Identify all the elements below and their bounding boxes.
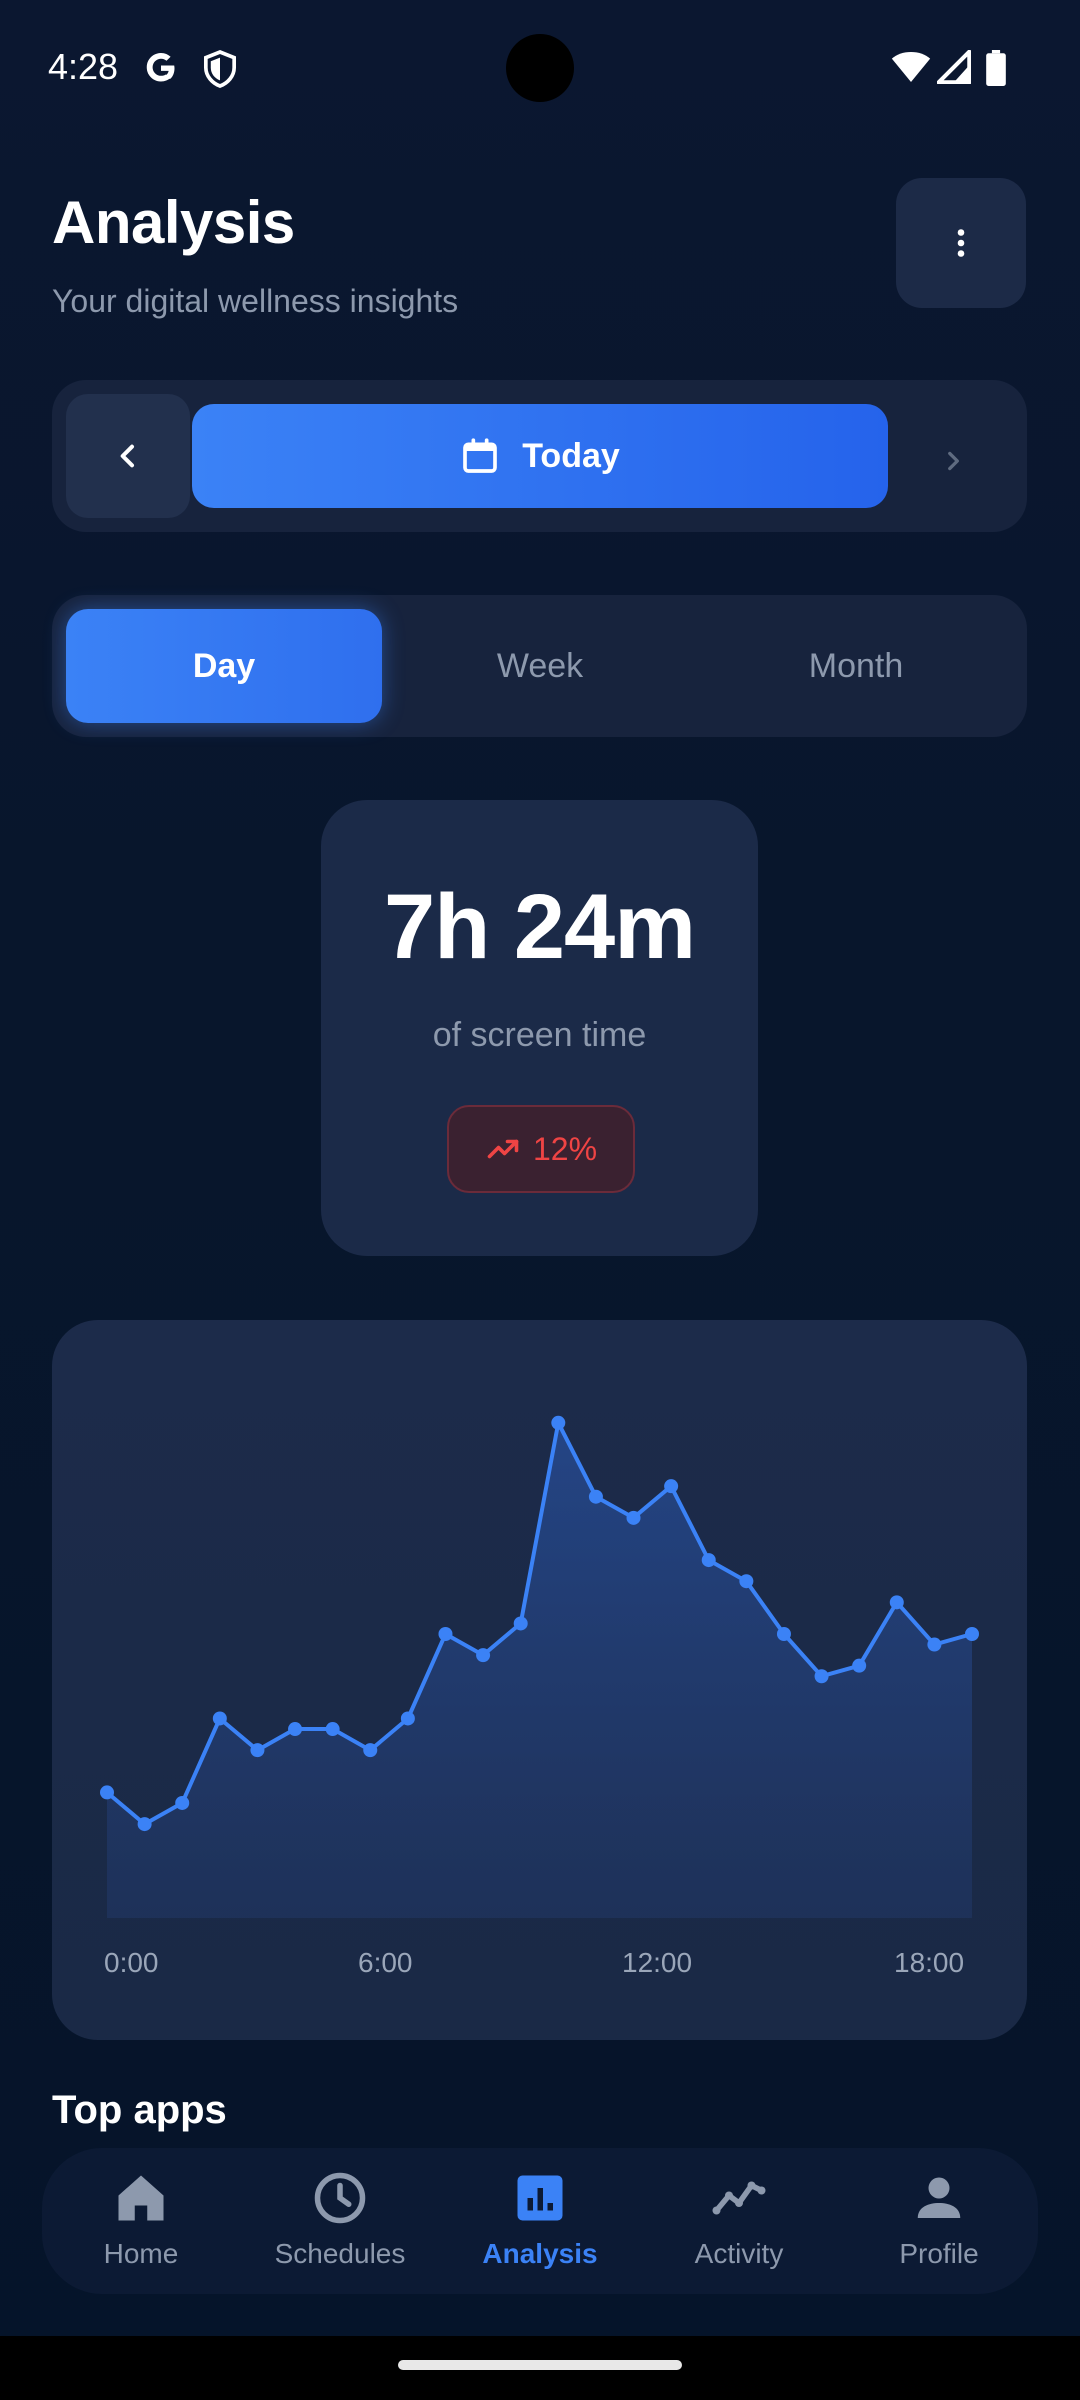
chart-point[interactable]: [100, 1785, 114, 1800]
chart-point[interactable]: [588, 1489, 603, 1504]
battery-icon: [986, 50, 1006, 86]
bar-chart-icon: [517, 2175, 563, 2221]
top-apps-heading: Top apps: [52, 2088, 227, 2132]
chart-point[interactable]: [664, 1479, 679, 1494]
chart-point[interactable]: [325, 1722, 340, 1737]
chart-x-tick-label: 0:00: [104, 1947, 159, 1978]
chart-point[interactable]: [776, 1627, 791, 1641]
chart-point[interactable]: [852, 1658, 867, 1673]
next-date-button[interactable]: [912, 420, 992, 500]
chart-point[interactable]: [739, 1574, 754, 1589]
tab-week-label: Week: [496, 646, 584, 685]
nav-profile-label: Profile: [899, 2238, 979, 2269]
chart-point[interactable]: [927, 1637, 942, 1652]
chart-point[interactable]: [889, 1595, 904, 1610]
nav-activity[interactable]: Activity: [644, 2148, 834, 2294]
wifi-icon: [891, 52, 931, 82]
nav-analysis[interactable]: Analysis: [445, 2148, 635, 2294]
tab-month-label: Month: [808, 646, 904, 685]
nav-profile[interactable]: Profile: [844, 2148, 1034, 2294]
trending-up-icon: [487, 1139, 519, 1159]
chart-point[interactable]: [363, 1743, 378, 1758]
tab-month[interactable]: Month: [698, 609, 1014, 723]
current-date-label: Today: [522, 436, 620, 475]
chart-x-tick-label: 18:00: [894, 1947, 964, 1978]
chart-point[interactable]: [250, 1743, 265, 1758]
chart-point[interactable]: [400, 1711, 415, 1726]
front-camera: [506, 34, 574, 102]
nav-activity-label: Activity: [694, 2238, 784, 2269]
change-badge: 12%: [447, 1105, 635, 1193]
activity-icon: [712, 2181, 766, 2215]
chart-point[interactable]: [551, 1415, 566, 1430]
nav-analysis-label: Analysis: [482, 2238, 598, 2269]
clock-icon: [314, 2172, 366, 2224]
nav-schedules[interactable]: Schedules: [245, 2148, 435, 2294]
home-indicator[interactable]: [398, 2360, 682, 2370]
chart-point[interactable]: [137, 1817, 152, 1832]
chart-x-tick-label: 6:00: [358, 1947, 413, 1978]
chart-point[interactable]: [626, 1510, 641, 1525]
chart-point[interactable]: [814, 1669, 829, 1684]
google-icon: [146, 53, 175, 82]
chart-point[interactable]: [212, 1711, 227, 1726]
screen-time-caption: of screen time: [432, 1016, 647, 1054]
change-percentage: 12%: [532, 1130, 598, 1167]
status-bar: 4:28: [0, 0, 1080, 136]
nav-schedules-label: Schedules: [274, 2238, 406, 2269]
more-vert-icon: [957, 229, 965, 257]
chart-point[interactable]: [965, 1627, 979, 1641]
chart-x-tick-label: 12:00: [622, 1947, 692, 1978]
tab-day-label: Day: [192, 646, 256, 685]
total-screen-time: 7h 24m: [383, 876, 696, 978]
tab-week[interactable]: Week: [382, 609, 698, 723]
chart-point[interactable]: [438, 1627, 453, 1641]
home-icon: [118, 2175, 164, 2221]
person-icon: [917, 2177, 961, 2218]
more-options-button[interactable]: [896, 178, 1026, 308]
chevron-left-icon: [120, 444, 134, 468]
nav-home-label: Home: [103, 2238, 179, 2269]
chart-point[interactable]: [476, 1648, 491, 1663]
chart-point[interactable]: [701, 1553, 716, 1568]
cell-signal-icon: [937, 50, 971, 84]
status-time: 4:28: [48, 46, 119, 87]
usage-area-chart: 0:00 6:00 12:00 18:00: [100, 1415, 979, 1978]
tab-day[interactable]: Day: [66, 609, 382, 723]
shield-icon: [203, 50, 237, 88]
calendar-icon: [463, 438, 498, 473]
nav-home[interactable]: Home: [46, 2148, 236, 2294]
chart-point[interactable]: [175, 1795, 190, 1810]
page-subtitle: Your digital wellness insights: [52, 283, 459, 319]
chart-point[interactable]: [288, 1722, 303, 1737]
page-title: Analysis: [52, 189, 295, 256]
current-date-button[interactable]: Today: [192, 404, 888, 508]
chart-point[interactable]: [513, 1616, 528, 1631]
previous-date-button[interactable]: [66, 394, 190, 518]
chevron-right-icon: [948, 451, 959, 471]
